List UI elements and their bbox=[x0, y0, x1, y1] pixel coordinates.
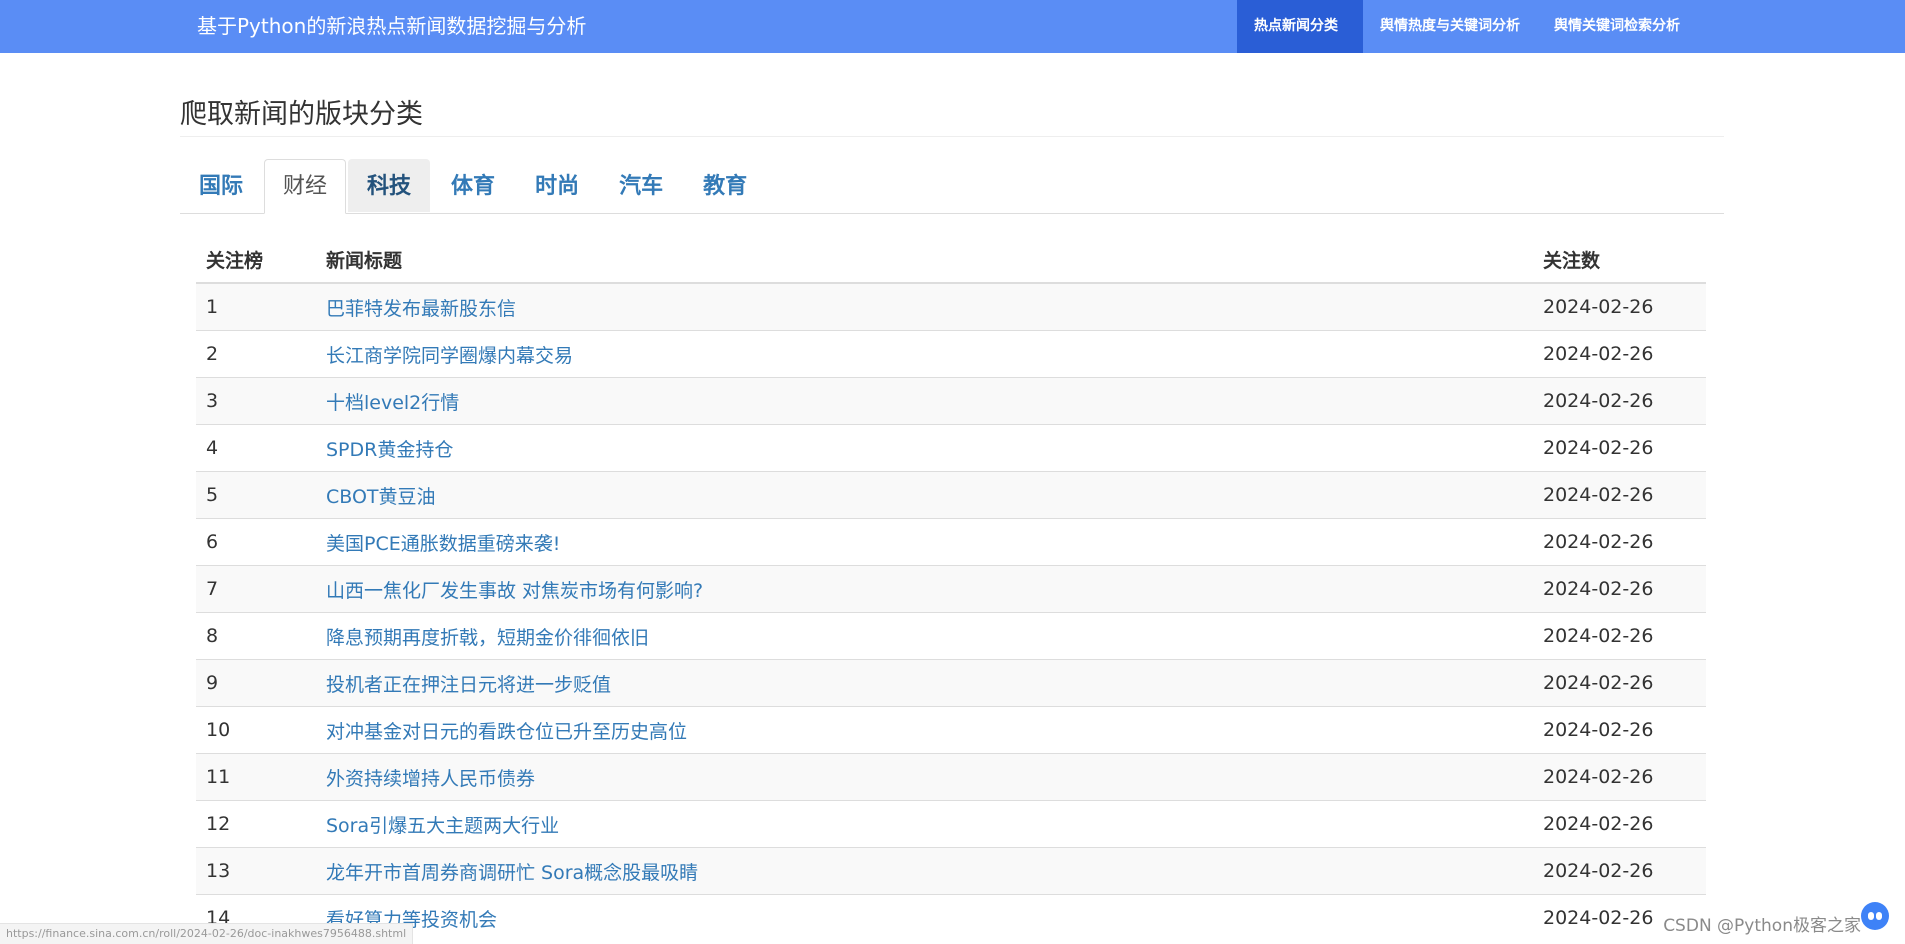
table-row: 13 龙年开市首周券商调研忙 Sora概念股最吸睛 2024-02-26 bbox=[196, 847, 1706, 895]
news-title-link[interactable]: 山西一焦化厂发生事故 对焦炭市场有何影响? bbox=[326, 580, 703, 602]
nav-links: 热点新闻分类 舆情热度与关键词分析 舆情关键词检索分析 bbox=[1237, 0, 1697, 53]
tab-technology[interactable]: 科技 bbox=[348, 159, 431, 212]
nav-sentiment-keyword-analysis[interactable]: 舆情热度与关键词分析 bbox=[1363, 0, 1537, 53]
table-row: 3 十档level2行情 2024-02-26 bbox=[196, 377, 1706, 425]
row-rank: 5 bbox=[196, 471, 316, 519]
news-title-link[interactable]: 十档level2行情 bbox=[326, 392, 459, 414]
row-count: 2024-02-26 bbox=[1533, 753, 1706, 801]
row-title-cell: CBOT黄豆油 bbox=[316, 471, 1533, 519]
column-header-rank: 关注榜 bbox=[196, 236, 316, 284]
table-row: 2 长江商学院同学圈爆内幕交易 2024-02-26 bbox=[196, 330, 1706, 378]
row-rank: 8 bbox=[196, 612, 316, 660]
column-header-title: 新闻标题 bbox=[316, 236, 1533, 284]
news-title-link[interactable]: CBOT黄豆油 bbox=[326, 486, 436, 508]
row-rank: 6 bbox=[196, 518, 316, 566]
row-title-cell: Sora引爆五大主题两大行业 bbox=[316, 800, 1533, 848]
row-title-cell: 山西一焦化厂发生事故 对焦炭市场有何影响? bbox=[316, 565, 1533, 613]
table-row: 5 CBOT黄豆油 2024-02-26 bbox=[196, 471, 1706, 519]
row-count: 2024-02-26 bbox=[1533, 800, 1706, 848]
top-navbar: 基于Python的新浪热点新闻数据挖掘与分析 热点新闻分类 舆情热度与关键词分析… bbox=[0, 0, 1905, 53]
row-count: 2024-02-26 bbox=[1533, 565, 1706, 613]
news-title-link[interactable]: SPDR黄金持仓 bbox=[326, 439, 453, 461]
row-rank: 13 bbox=[196, 847, 316, 895]
row-count: 2024-02-26 bbox=[1533, 424, 1706, 472]
row-title-cell: 十档level2行情 bbox=[316, 377, 1533, 425]
row-title-cell: 投机者正在押注日元将进一步贬值 bbox=[316, 659, 1533, 707]
table-row: 1 巴菲特发布最新股东信 2024-02-26 bbox=[196, 282, 1706, 331]
news-table: 关注榜 新闻标题 关注数 1 巴菲特发布最新股东信 2024-02-26 2 长… bbox=[196, 236, 1706, 941]
tab-international[interactable]: 国际 bbox=[180, 159, 262, 212]
row-title-cell: 巴菲特发布最新股东信 bbox=[316, 282, 1533, 331]
news-title-link[interactable]: Sora引爆五大主题两大行业 bbox=[326, 815, 559, 837]
page-header: 爬取新闻的版块分类 bbox=[180, 88, 1724, 137]
news-title-link[interactable]: 外资持续增持人民币债券 bbox=[326, 768, 535, 790]
news-title-link[interactable]: 对冲基金对日元的看跌仓位已升至历史高位 bbox=[326, 721, 687, 743]
row-title-cell: 看好算力等投资机会 bbox=[316, 894, 1533, 941]
news-title-link[interactable]: 降息预期再度折戟，短期金价徘徊依旧 bbox=[326, 627, 649, 649]
row-rank: 3 bbox=[196, 377, 316, 425]
row-title-cell: 龙年开市首周券商调研忙 Sora概念股最吸睛 bbox=[316, 847, 1533, 895]
status-bar-url: https://finance.sina.com.cn/roll/2024-02… bbox=[0, 923, 414, 944]
table-row: 4 SPDR黄金持仓 2024-02-26 bbox=[196, 424, 1706, 472]
row-title-cell: 长江商学院同学圈爆内幕交易 bbox=[316, 330, 1533, 378]
row-rank: 11 bbox=[196, 753, 316, 801]
table-row: 6 美国PCE通胀数据重磅来袭! 2024-02-26 bbox=[196, 518, 1706, 566]
tab-auto[interactable]: 汽车 bbox=[600, 159, 682, 212]
row-count: 2024-02-26 bbox=[1533, 706, 1706, 754]
row-rank: 1 bbox=[196, 282, 316, 331]
row-count: 2024-02-26 bbox=[1533, 518, 1706, 566]
table-row: 11 外资持续增持人民币债券 2024-02-26 bbox=[196, 753, 1706, 801]
news-title-link[interactable]: 龙年开市首周券商调研忙 Sora概念股最吸睛 bbox=[326, 862, 698, 884]
table-header-row: 关注榜 新闻标题 关注数 bbox=[196, 236, 1706, 284]
row-rank: 12 bbox=[196, 800, 316, 848]
row-rank: 4 bbox=[196, 424, 316, 472]
nav-hot-news-category[interactable]: 热点新闻分类 bbox=[1237, 0, 1363, 53]
row-count: 2024-02-26 bbox=[1533, 471, 1706, 519]
row-title-cell: 对冲基金对日元的看跌仓位已升至历史高位 bbox=[316, 706, 1533, 754]
table-row: 14 看好算力等投资机会 2024-02-26 bbox=[196, 894, 1706, 941]
nav-keyword-search-analysis[interactable]: 舆情关键词检索分析 bbox=[1537, 0, 1697, 53]
news-title-link[interactable]: 投机者正在押注日元将进一步贬值 bbox=[326, 674, 611, 696]
row-count: 2024-02-26 bbox=[1533, 847, 1706, 895]
tab-sports[interactable]: 体育 bbox=[432, 159, 514, 212]
news-title-link[interactable]: 美国PCE通胀数据重磅来袭! bbox=[326, 533, 560, 555]
assistant-bot-icon[interactable] bbox=[1861, 902, 1889, 930]
row-count: 2024-02-26 bbox=[1533, 377, 1706, 425]
tab-fashion[interactable]: 时尚 bbox=[516, 159, 598, 212]
news-title-link[interactable]: 巴菲特发布最新股东信 bbox=[326, 298, 516, 320]
table-row: 9 投机者正在押注日元将进一步贬值 2024-02-26 bbox=[196, 659, 1706, 707]
tab-education[interactable]: 教育 bbox=[684, 159, 766, 212]
row-count: 2024-02-26 bbox=[1533, 612, 1706, 660]
app-brand-title[interactable]: 基于Python的新浪热点新闻数据挖掘与分析 bbox=[197, 0, 586, 53]
table-row: 10 对冲基金对日元的看跌仓位已升至历史高位 2024-02-26 bbox=[196, 706, 1706, 754]
row-count: 2024-02-26 bbox=[1533, 330, 1706, 378]
table-row: 8 降息预期再度折戟，短期金价徘徊依旧 2024-02-26 bbox=[196, 612, 1706, 660]
column-header-count: 关注数 bbox=[1533, 236, 1706, 284]
table-row: 12 Sora引爆五大主题两大行业 2024-02-26 bbox=[196, 800, 1706, 848]
row-rank: 7 bbox=[196, 565, 316, 613]
row-count: 2024-02-26 bbox=[1533, 282, 1706, 331]
tab-finance[interactable]: 财经 bbox=[264, 159, 347, 214]
row-title-cell: 降息预期再度折戟，短期金价徘徊依旧 bbox=[316, 612, 1533, 660]
row-title-cell: SPDR黄金持仓 bbox=[316, 424, 1533, 472]
table-row: 7 山西一焦化厂发生事故 对焦炭市场有何影响? 2024-02-26 bbox=[196, 565, 1706, 613]
category-tabs: 国际 财经 科技 体育 时尚 汽车 教育 bbox=[180, 159, 1724, 214]
row-rank: 10 bbox=[196, 706, 316, 754]
news-title-link[interactable]: 长江商学院同学圈爆内幕交易 bbox=[326, 345, 573, 367]
row-rank: 9 bbox=[196, 659, 316, 707]
page-title: 爬取新闻的版块分类 bbox=[180, 99, 423, 130]
row-count: 2024-02-26 bbox=[1533, 659, 1706, 707]
row-title-cell: 美国PCE通胀数据重磅来袭! bbox=[316, 518, 1533, 566]
row-rank: 2 bbox=[196, 330, 316, 378]
csdn-watermark: CSDN @Python极客之家 bbox=[1663, 916, 1861, 936]
row-title-cell: 外资持续增持人民币债券 bbox=[316, 753, 1533, 801]
